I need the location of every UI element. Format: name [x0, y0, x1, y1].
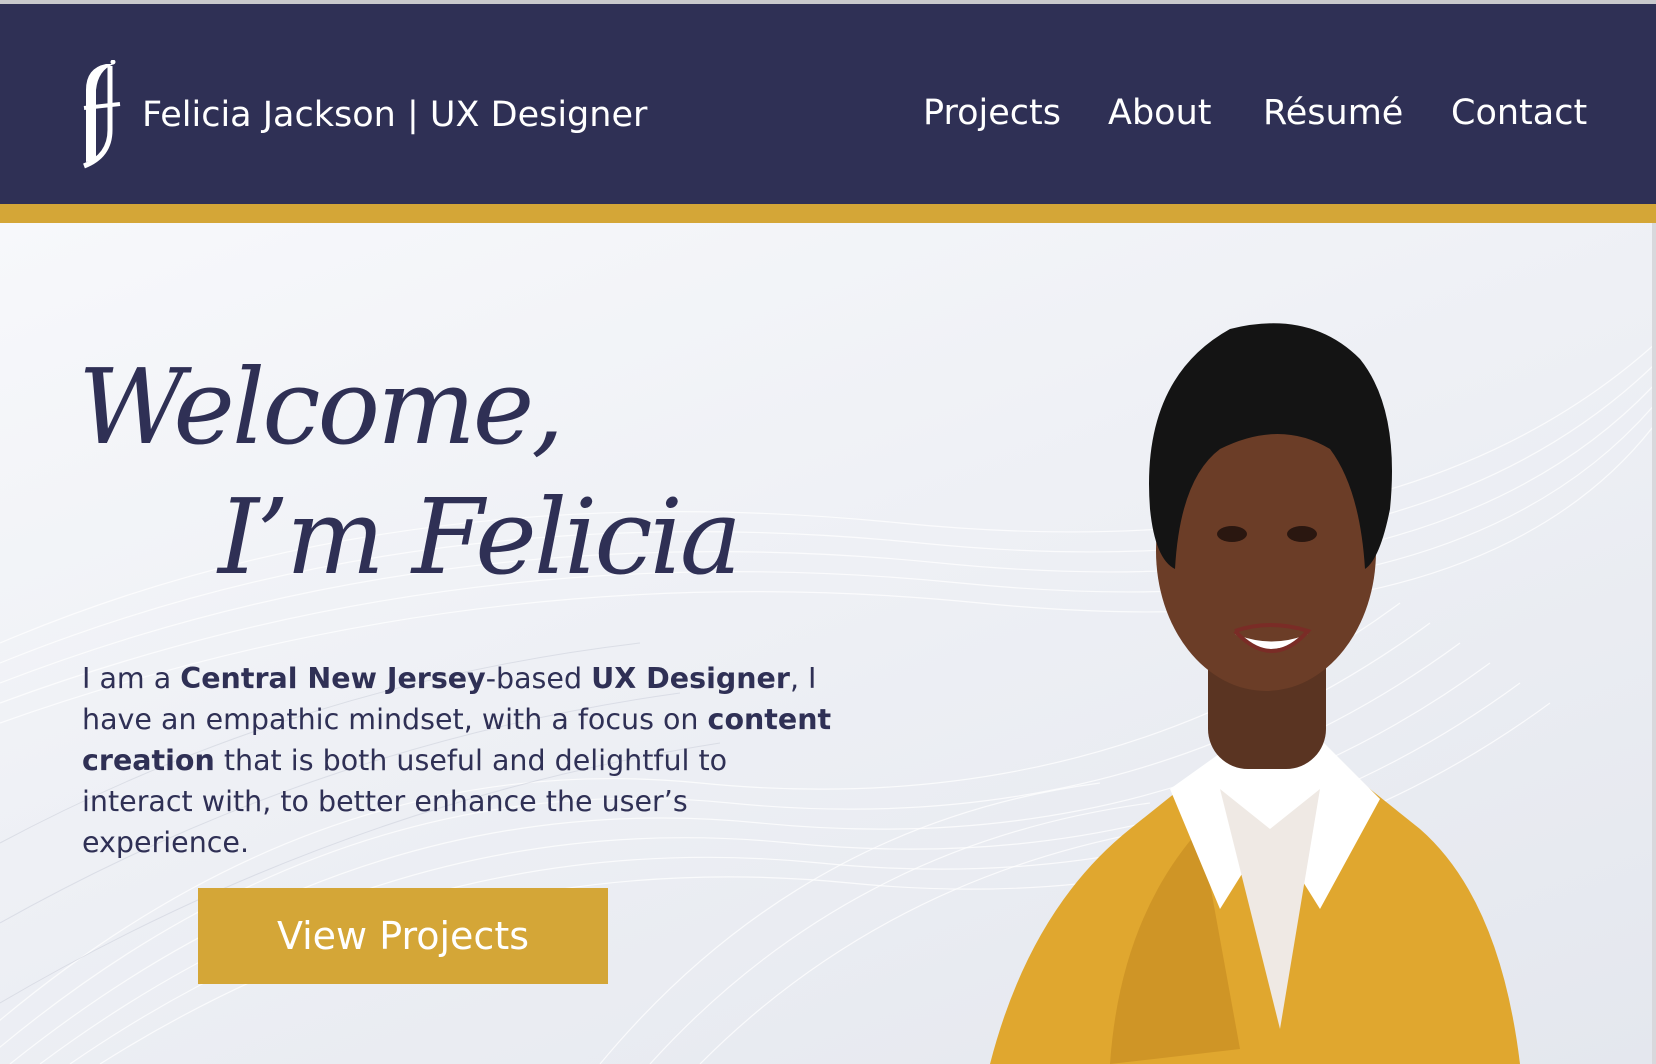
page: Felicia Jackson | UX Designer Projects A…: [0, 0, 1656, 1064]
nav-projects[interactable]: Projects: [923, 88, 1061, 138]
brand-title[interactable]: Felicia Jackson | UX Designer: [142, 90, 647, 140]
hero-heading-line1: Welcome,: [78, 346, 564, 468]
view-projects-button[interactable]: View Projects: [198, 888, 608, 984]
intro-highlight-role: UX Designer: [591, 662, 790, 695]
site-header: Felicia Jackson | UX Designer Projects A…: [0, 4, 1656, 204]
hero-section: Welcome, I’m Felicia I am a Central New …: [0, 223, 1656, 1064]
header-accent-bar: [0, 204, 1656, 223]
portrait-photo: [990, 323, 1520, 1064]
scrollbar[interactable]: [1652, 223, 1656, 1064]
intro-text: -based: [485, 662, 592, 695]
nav-contact[interactable]: Contact: [1451, 88, 1587, 138]
fj-monogram-icon[interactable]: [80, 60, 124, 170]
hero-heading-line2: I’m Felicia: [218, 476, 742, 598]
nav-resume[interactable]: Résumé: [1263, 88, 1403, 138]
intro-highlight-location: Central New Jersey: [180, 662, 486, 695]
intro-text: I am a: [82, 662, 181, 695]
nav-about[interactable]: About: [1108, 88, 1211, 138]
hero-intro-text: I am a Central New Jersey-based UX Desig…: [82, 658, 842, 863]
